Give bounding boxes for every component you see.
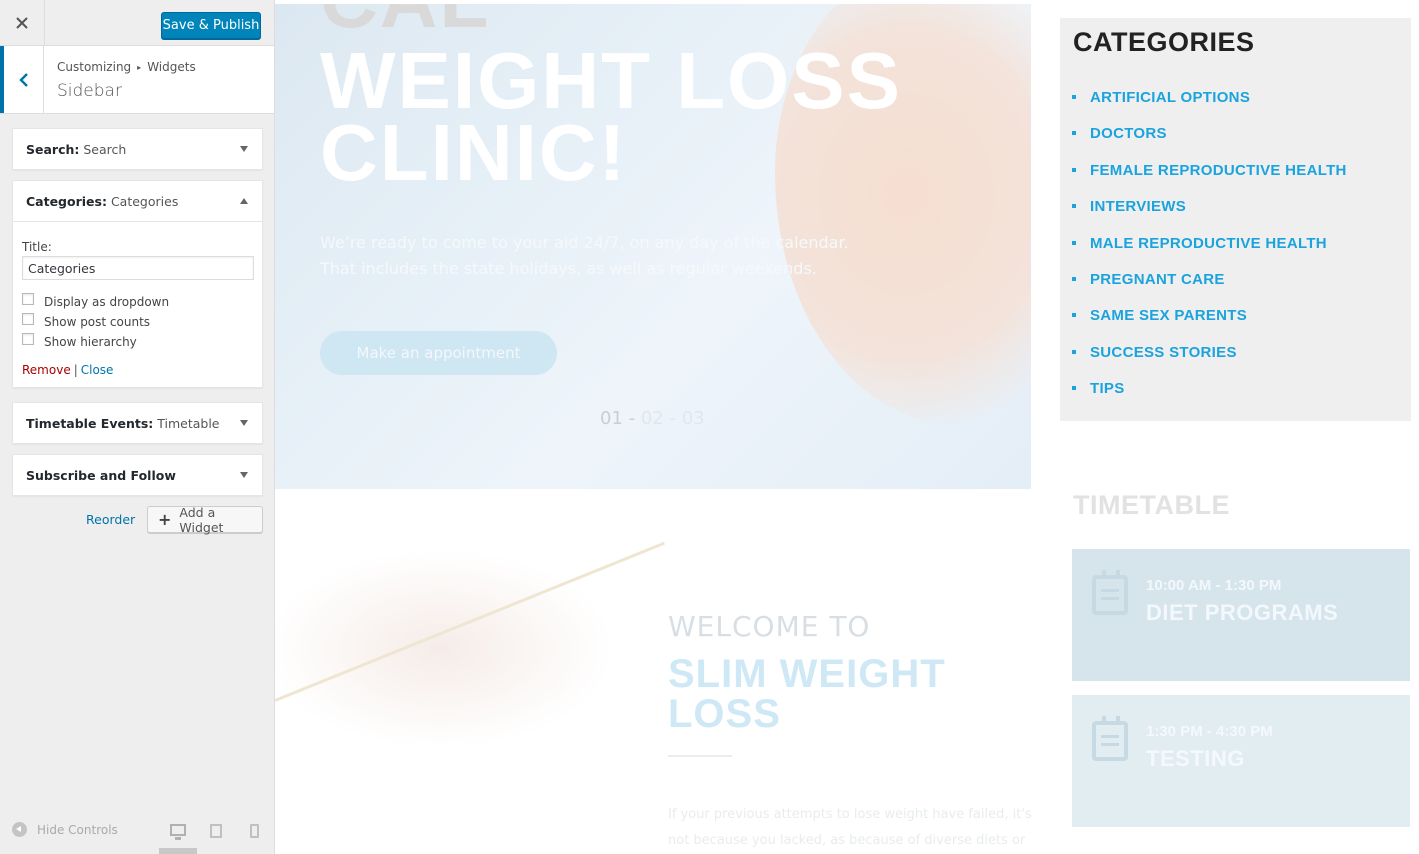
tablet-preview-icon[interactable]	[210, 824, 222, 838]
category-link[interactable]: TIPS	[1072, 379, 1347, 415]
customizer-footer: Hide Controls	[0, 810, 274, 854]
breadcrumb-separator-icon: ▸	[137, 63, 142, 72]
category-link[interactable]: PREGNANT CARE	[1072, 270, 1347, 306]
hero-slider: CAL WEIGHT LOSS CLINIC! We’re ready to c…	[275, 4, 1031, 489]
timetable-event-card[interactable]: 1:30 PM - 4:30 PM TESTING	[1072, 695, 1410, 827]
event-time: 1:30 PM - 4:30 PM	[1146, 723, 1273, 740]
appointment-button[interactable]: Make an appointment	[320, 331, 557, 375]
welcome-section: WELCOME TO SLIM WEIGHT LOSS If your prev…	[275, 489, 1031, 854]
remove-link[interactable]: Remove	[22, 363, 71, 377]
welcome-pre-heading: WELCOME TO	[668, 610, 871, 643]
site-preview: CAL WEIGHT LOSS CLINIC! We’re ready to c…	[275, 0, 1419, 854]
hero-heading-partial: CAL	[320, 4, 490, 40]
back-button[interactable]	[0, 46, 44, 113]
dropdown-checkbox[interactable]	[22, 293, 34, 305]
hero-text-line1: We’re ready to come to your aid 24/7, on…	[320, 233, 849, 252]
calendar-icon	[1092, 570, 1128, 615]
close-link[interactable]: Close	[81, 363, 114, 377]
widget-search: Search: Search	[12, 128, 263, 170]
slide-2-indicator[interactable]: 02	[641, 408, 664, 429]
event-name: TESTING	[1146, 746, 1245, 771]
add-widget-button[interactable]: + Add a Widget	[147, 504, 263, 535]
event-name: DIET PROGRAMS	[1146, 600, 1339, 625]
timetable-heading: TIMETABLE	[1073, 490, 1230, 520]
widget-categories-title: Categories: Categories	[26, 194, 179, 209]
slide-separator: -	[663, 408, 682, 429]
mobile-preview-icon[interactable]	[250, 824, 259, 838]
hero-text-line2: That includes the state holidays, as wel…	[320, 259, 817, 278]
category-link[interactable]: DOCTORS	[1072, 124, 1347, 160]
widget-timetable: Timetable Events: Timetable	[12, 402, 263, 444]
welcome-paragraph-line2: not because you lacked, as because of di…	[668, 833, 1026, 848]
desktop-preview-icon[interactable]	[170, 824, 186, 840]
active-device-indicator	[159, 848, 197, 854]
calendar-icon	[1092, 716, 1128, 761]
close-icon	[16, 17, 28, 29]
welcome-image	[275, 549, 615, 749]
collapse-arrow-icon[interactable]	[240, 198, 248, 204]
category-link[interactable]: SAME SEX PARENTS	[1072, 306, 1347, 342]
widget-timetable-header[interactable]: Timetable Events: Timetable	[13, 403, 262, 443]
category-link[interactable]: FEMALE REPRODUCTIVE HEALTH	[1072, 161, 1347, 197]
reorder-link[interactable]: Reorder	[86, 512, 135, 527]
slide-separator: -	[622, 408, 641, 429]
close-customizer-button[interactable]	[0, 0, 45, 46]
widget-subscribe-title: Subscribe and Follow	[26, 468, 176, 483]
category-link[interactable]: MALE REPRODUCTIVE HEALTH	[1072, 234, 1347, 270]
expand-arrow-icon[interactable]	[240, 420, 248, 426]
save-publish-button[interactable]: Save & Publish	[161, 12, 261, 39]
welcome-heading-line1: SLIM WEIGHT	[668, 652, 946, 696]
categories-heading: CATEGORIES	[1073, 27, 1255, 57]
chevron-left-icon	[18, 72, 28, 87]
widget-categories-form: Title: Display as dropdown Show post cou…	[13, 221, 262, 387]
option-dropdown[interactable]: Display as dropdown	[22, 292, 253, 312]
widget-search-title: Search: Search	[26, 142, 127, 157]
category-link[interactable]: INTERVIEWS	[1072, 197, 1347, 233]
breadcrumb-root: Customizing	[57, 60, 132, 74]
hide-controls-label: Hide Controls	[37, 822, 118, 837]
panel-title: Sidebar	[57, 81, 122, 101]
welcome-heading-line2: LOSS	[668, 692, 781, 736]
widget-search-header[interactable]: Search: Search	[13, 129, 262, 169]
event-time: 10:00 AM - 1:30 PM	[1146, 577, 1282, 594]
section-header: Customizing ▸ Widgets Sidebar	[0, 46, 274, 114]
collapse-icon	[12, 822, 27, 837]
widget-actions: Remove | Close	[22, 363, 253, 377]
category-link[interactable]: ARTIFICIAL OPTIONS	[1072, 88, 1347, 124]
widget-categories: Categories: Categories Title: Display as…	[12, 180, 263, 388]
widget-subscribe: Subscribe and Follow	[12, 454, 263, 496]
breadcrumb-section: Widgets	[147, 60, 196, 74]
widget-timetable-title: Timetable Events: Timetable	[26, 416, 220, 431]
option-hierarchy[interactable]: Show hierarchy	[22, 332, 253, 352]
option-post-counts[interactable]: Show post counts	[22, 312, 253, 332]
timetable-event-card[interactable]: 10:00 AM - 1:30 PM DIET PROGRAMS	[1072, 549, 1410, 681]
hierarchy-label: Show hierarchy	[44, 335, 137, 349]
categories-list: ARTIFICIAL OPTIONS DOCTORS FEMALE REPROD…	[1072, 88, 1347, 416]
hierarchy-checkbox[interactable]	[22, 333, 34, 345]
breadcrumb: Customizing ▸ Widgets	[57, 60, 196, 74]
widget-subscribe-header[interactable]: Subscribe and Follow	[13, 455, 262, 495]
dropdown-label: Display as dropdown	[44, 295, 170, 309]
customizer-panel: Save & Publish Customizing ▸ Widgets Sideb…	[0, 0, 275, 854]
post-counts-checkbox[interactable]	[22, 313, 34, 325]
expand-arrow-icon[interactable]	[240, 146, 248, 152]
divider	[668, 755, 732, 757]
post-counts-label: Show post counts	[44, 315, 151, 329]
customizer-header: Save & Publish	[0, 0, 274, 46]
hide-controls-button[interactable]: Hide Controls	[12, 822, 118, 837]
title-label: Title:	[22, 240, 52, 254]
add-widget-label: Add a Widget	[179, 504, 224, 535]
expand-arrow-icon[interactable]	[240, 472, 248, 478]
slide-1-indicator[interactable]: 01	[600, 408, 623, 429]
plus-icon: +	[158, 510, 172, 529]
welcome-paragraph-line1: If your previous attempts to lose weight…	[668, 807, 1031, 822]
slide-3-indicator[interactable]: 03	[682, 408, 705, 429]
hero-heading-line2: CLINIC!	[320, 108, 628, 197]
category-link[interactable]: SUCCESS STORIES	[1072, 343, 1347, 379]
actions-separator: |	[73, 363, 78, 377]
title-input[interactable]	[22, 256, 254, 280]
slide-pagination: 01 - 02 - 03	[600, 408, 705, 429]
widget-categories-header[interactable]: Categories: Categories	[13, 181, 262, 221]
categories-widget-preview: CATEGORIES ARTIFICIAL OPTIONS DOCTORS FE…	[1060, 18, 1411, 421]
